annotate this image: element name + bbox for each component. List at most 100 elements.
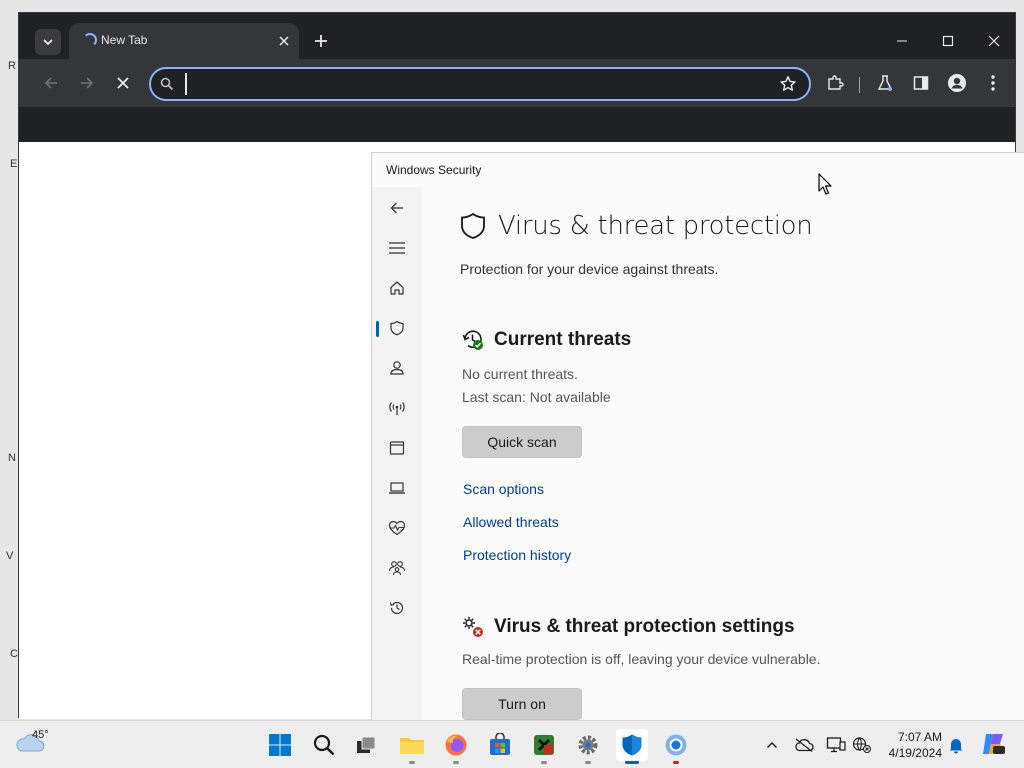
nav-item-protection-history[interactable] (372, 591, 422, 625)
copilot-button[interactable] (980, 731, 1006, 757)
flask-icon (877, 75, 893, 91)
nav-menu-button[interactable] (372, 231, 422, 265)
close-window-button[interactable] (971, 29, 1017, 53)
allowed-threats-link[interactable]: Allowed threats (463, 514, 559, 530)
bell-icon (949, 739, 963, 754)
nav-item-app-browser[interactable] (372, 431, 422, 465)
scan-options-link[interactable]: Scan options (463, 481, 544, 497)
taskbar-app-store[interactable] (484, 729, 516, 761)
nav-item-family-options[interactable] (372, 551, 422, 585)
last-scan-text: Last scan: Not available (462, 389, 611, 405)
file-explorer-icon (400, 738, 424, 754)
monitor-icon (826, 737, 846, 753)
chevron-up-icon (767, 742, 777, 748)
copilot-icon (983, 734, 1005, 754)
history-icon (389, 601, 404, 615)
desktop-label-fragment: E (10, 158, 18, 170)
onedrive-tray-button[interactable] (794, 735, 814, 755)
settings-warning-icon (463, 617, 483, 637)
minimize-button[interactable] (879, 29, 925, 53)
browser-menu-button[interactable] (981, 71, 1005, 95)
laptop-icon (389, 482, 405, 494)
cloud-offline-icon (795, 738, 814, 752)
display-tray-button[interactable] (826, 735, 846, 755)
firefox-icon (445, 734, 467, 756)
tab-new-tab[interactable]: New Tab (69, 23, 299, 59)
taskbar-clock[interactable]: 7:07 AM 4/19/2024 (880, 729, 942, 761)
start-icon (269, 734, 291, 756)
nav-item-virus-threat[interactable] (372, 311, 422, 345)
network-tray-button[interactable] (852, 735, 872, 755)
forward-button[interactable] (75, 71, 99, 95)
stop-loading-button[interactable] (111, 71, 135, 95)
nav-item-home[interactable] (372, 271, 422, 305)
extensions-button[interactable] (823, 71, 847, 95)
title-bar[interactable]: Windows Security (372, 153, 1024, 187)
start-button[interactable] (264, 729, 296, 761)
taskbar-search-button[interactable] (308, 729, 340, 761)
side-panel-icon (913, 76, 929, 90)
taskbar-app-file-explorer[interactable] (396, 729, 428, 764)
tab-strip: New Tab (19, 13, 1017, 59)
taskbar-app-xbox[interactable] (528, 729, 560, 764)
close-icon (988, 35, 1000, 47)
running-indicator (409, 761, 415, 764)
browser-chrome: New Tab (19, 13, 1015, 142)
current-threats-header: Current threats (462, 329, 631, 351)
heart-pulse-icon (388, 520, 406, 536)
chrome-icon (665, 734, 687, 756)
back-button[interactable] (39, 71, 63, 95)
notifications-button[interactable] (946, 735, 966, 755)
bookmark-star-icon[interactable] (779, 75, 797, 93)
nav-item-device-security[interactable] (372, 471, 422, 505)
address-input[interactable] (185, 73, 745, 95)
puzzle-piece-icon (828, 75, 844, 90)
side-panel-button[interactable] (909, 71, 933, 95)
taskbar-app-chrome[interactable] (660, 729, 692, 764)
browser-toolbar (19, 59, 1015, 107)
maximize-icon (942, 35, 954, 47)
labs-button[interactable] (873, 71, 897, 95)
new-tab-button[interactable] (311, 31, 331, 51)
protection-history-link[interactable]: Protection history (463, 547, 571, 563)
protection-settings-header: Virus & threat protection settings (462, 616, 795, 638)
profile-button[interactable] (945, 71, 969, 95)
desktop-label-fragment: R (8, 60, 16, 72)
chevron-down-icon (43, 39, 53, 46)
wifi-antenna-icon (389, 402, 405, 415)
taskbar-app-settings[interactable] (572, 729, 604, 764)
search-icon (313, 734, 335, 756)
page-subtitle: Protection for your device against threa… (460, 261, 719, 277)
globe-no-internet-icon (852, 737, 871, 753)
show-hidden-icons-button[interactable] (762, 735, 782, 755)
weather-temperature: 45° (32, 729, 49, 741)
task-view-button[interactable] (350, 729, 382, 761)
running-indicator (585, 761, 591, 764)
taskbar-app-firefox[interactable] (440, 729, 472, 764)
address-bar[interactable] (149, 67, 811, 101)
section-title: Current threats (494, 329, 632, 350)
nav-item-firewall[interactable] (372, 391, 422, 425)
close-icon (279, 36, 289, 46)
forward-arrow-icon (81, 77, 94, 89)
nav-item-device-health[interactable] (372, 511, 422, 545)
maximize-button[interactable] (925, 29, 971, 53)
security-nav-rail (372, 187, 422, 725)
nav-back-button[interactable] (372, 191, 422, 225)
page-header: Virus & threat protection (460, 211, 813, 241)
shield-icon (390, 320, 404, 336)
windows-security-window: Windows Security Virus & threat protecti… (371, 152, 1024, 725)
desktop-label-fragment: C (10, 648, 18, 660)
quick-scan-button[interactable]: Quick scan (462, 426, 582, 458)
xbox-icon (534, 735, 554, 755)
running-indicator (673, 761, 679, 764)
turn-on-button[interactable]: Turn on (462, 688, 582, 720)
home-icon (390, 281, 404, 295)
tab-search-button[interactable] (35, 29, 61, 55)
search-icon (160, 77, 174, 91)
nav-item-account[interactable] (372, 351, 422, 385)
taskbar-app-windows-security[interactable] (616, 729, 648, 764)
tab-close-button[interactable] (275, 32, 293, 50)
hamburger-menu-icon (389, 242, 405, 254)
running-indicator (541, 761, 547, 764)
